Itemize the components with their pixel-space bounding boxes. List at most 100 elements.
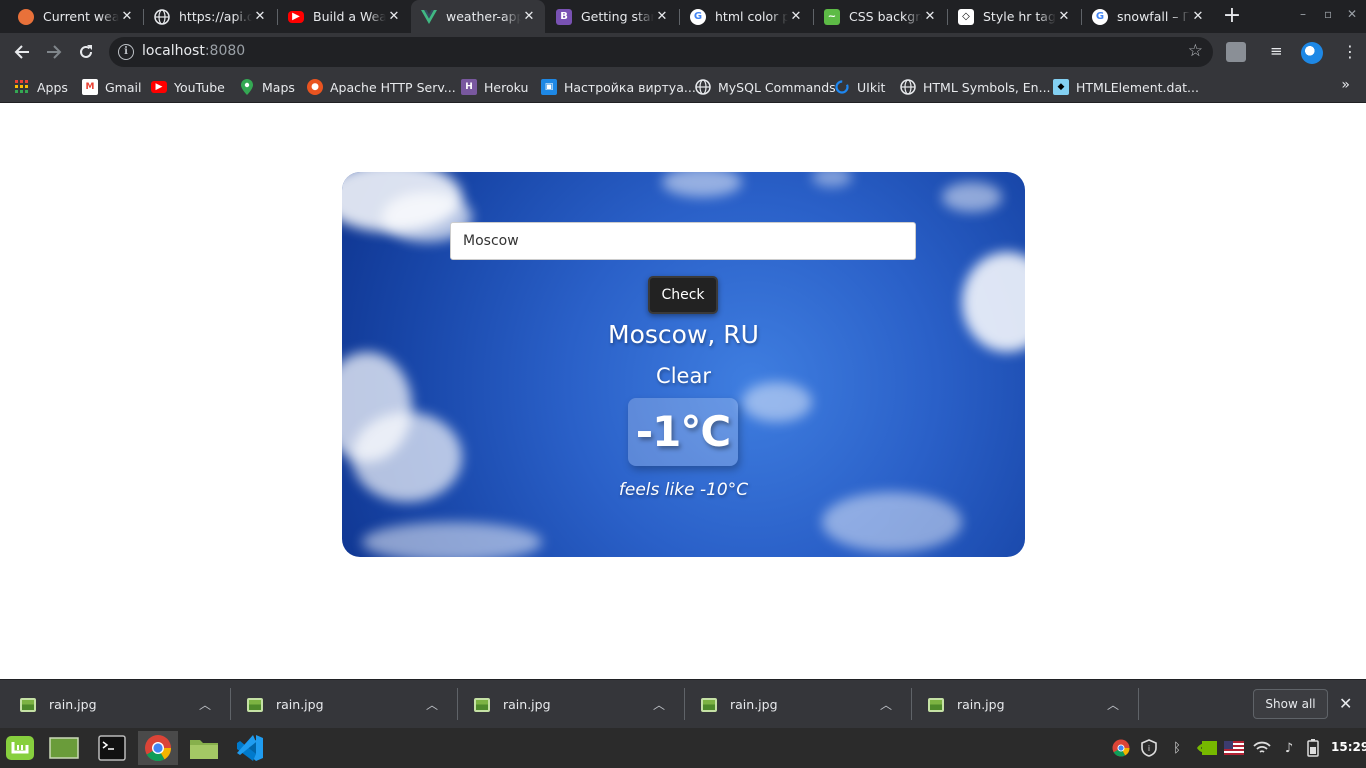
us-flag-icon[interactable]: [1224, 739, 1244, 757]
os-taskbar: i ᛒ ♪ 15:29: [0, 728, 1366, 768]
close-window-icon[interactable]: ✕: [1347, 7, 1357, 21]
cloud-decoration: [742, 382, 812, 422]
close-icon[interactable]: ✕: [1056, 9, 1072, 25]
minimize-icon[interactable]: –: [1300, 7, 1306, 21]
address-bar[interactable]: i localhost:8080 ☆: [109, 37, 1213, 67]
codepen-dark-icon: ◇: [958, 8, 974, 25]
tab-style-hr-tag[interactable]: ◇ Style hr tag ✕: [948, 0, 1080, 33]
terminal-icon[interactable]: [94, 731, 130, 765]
bookmark-html-symbols[interactable]: HTML Symbols, En...: [900, 77, 1051, 97]
bookmark-mysql[interactable]: MySQL Commands: [695, 77, 836, 97]
bookmark-maps[interactable]: Maps: [239, 77, 295, 97]
bookmark-heroku[interactable]: H Heroku: [461, 77, 528, 97]
bookmark-apps[interactable]: Apps: [14, 77, 68, 97]
tab-build-weather-app[interactable]: ▶ Build a Weather App ✕: [278, 0, 410, 33]
google-icon: G: [690, 8, 706, 25]
close-icon[interactable]: ✕: [788, 9, 804, 25]
location-name: Moscow, RU: [608, 320, 759, 349]
back-button[interactable]: [10, 40, 34, 64]
bookmark-apache[interactable]: ● Apache HTTP Serv...: [307, 77, 456, 97]
chevron-up-icon[interactable]: ︿: [199, 696, 211, 713]
music-note-icon[interactable]: ♪: [1280, 739, 1298, 757]
new-tab-button[interactable]: +: [1220, 5, 1244, 29]
close-icon[interactable]: ✕: [521, 9, 537, 25]
chevron-double-right-icon[interactable]: »: [1341, 77, 1350, 93]
bookmark-label: Maps: [262, 79, 295, 95]
bluetooth-icon[interactable]: ᛒ: [1168, 739, 1186, 757]
tab-api-openweathermap[interactable]: https://api.openweathermap.org ✕: [144, 0, 276, 33]
bookmark-youtube[interactable]: ▶ YouTube: [151, 77, 225, 97]
close-icon[interactable]: ✕: [386, 9, 402, 25]
tab-css-background[interactable]: ~ CSS background ✕: [814, 0, 946, 33]
bookmark-virtual-host[interactable]: ▣ Настройка виртуа...: [541, 77, 696, 97]
chrome-tray-icon[interactable]: [1112, 739, 1130, 757]
vscode-icon[interactable]: [232, 731, 268, 765]
download-filename: rain.jpg: [49, 697, 97, 712]
feels-like-text: feels like -10°C: [618, 480, 749, 500]
tab-title: weather-app: [446, 9, 521, 24]
tab-title: Current weather: [43, 9, 119, 24]
download-item[interactable]: rain.jpg ︿: [0, 680, 227, 729]
chrome-taskbar-icon[interactable]: [138, 731, 178, 765]
shield-icon[interactable]: i: [1140, 739, 1158, 757]
restore-icon[interactable]: ▫: [1324, 7, 1332, 21]
bookmark-htmlelement[interactable]: ◆ HTMLElement.dat...: [1053, 77, 1199, 97]
close-icon[interactable]: ✕: [654, 9, 670, 25]
maps-pin-icon: [239, 79, 255, 95]
bookmark-star-icon[interactable]: ☆: [1188, 41, 1203, 61]
bookmark-label: MySQL Commands: [718, 79, 836, 95]
tab-title: https://api.openweathermap.org: [179, 9, 252, 24]
forward-button[interactable]: [42, 40, 66, 64]
close-icon[interactable]: ✕: [1190, 9, 1206, 25]
chevron-up-icon[interactable]: ︿: [880, 696, 892, 713]
reload-button[interactable]: [74, 40, 98, 64]
page-viewport: Check Moscow, RU Clear -1°C feels like -…: [0, 104, 1366, 679]
show-all-downloads-button[interactable]: Show all: [1253, 689, 1328, 719]
media-queue-icon[interactable]: ≡: [1270, 42, 1290, 62]
chevron-up-icon[interactable]: ︿: [1107, 696, 1119, 713]
close-icon[interactable]: ✕: [1339, 694, 1352, 713]
close-icon[interactable]: ✕: [119, 9, 135, 25]
reload-icon: [80, 45, 92, 58]
bookmark-label: HTML Symbols, En...: [923, 79, 1051, 95]
heroku-icon: H: [461, 79, 477, 95]
download-item[interactable]: rain.jpg ︿: [227, 680, 454, 729]
url-port: :8080: [204, 43, 246, 59]
info-icon[interactable]: i: [118, 44, 134, 60]
download-item[interactable]: rain.jpg ︿: [454, 680, 681, 729]
menu-kebab-icon[interactable]: ⋮: [1340, 42, 1360, 62]
tab-getting-started[interactable]: B Getting started ✕: [546, 0, 678, 33]
battery-icon[interactable]: [1304, 739, 1322, 757]
bookmark-uikit[interactable]: UIkit: [834, 77, 885, 97]
vue-icon: [421, 9, 437, 25]
city-search-input[interactable]: [450, 222, 916, 260]
mint-menu-icon[interactable]: [2, 731, 38, 765]
download-item[interactable]: rain.jpg ︿: [908, 680, 1135, 729]
downloads-shelf: rain.jpg ︿ rain.jpg ︿ rain.jpg ︿ rain.jp…: [0, 679, 1366, 728]
check-button[interactable]: Check: [648, 276, 718, 314]
show-desktop-icon[interactable]: [46, 731, 82, 765]
tab-title: Getting started: [581, 9, 654, 24]
tab-snowfall[interactable]: G snowfall – Поиск ✕: [1082, 0, 1214, 33]
wifi-icon[interactable]: [1253, 739, 1271, 757]
close-icon[interactable]: ✕: [252, 9, 268, 25]
files-icon[interactable]: [186, 731, 222, 765]
tab-weather-app[interactable]: weather-app ✕: [411, 0, 545, 33]
chevron-up-icon[interactable]: ︿: [653, 696, 665, 713]
nvidia-icon[interactable]: [1196, 739, 1218, 757]
image-file-icon: [701, 697, 717, 712]
chevron-up-icon[interactable]: ︿: [426, 696, 438, 713]
tab-html-color-picker[interactable]: G html color picker ✕: [680, 0, 812, 33]
close-icon[interactable]: ✕: [922, 9, 938, 25]
cloud-decoration: [362, 522, 542, 557]
bookmark-gmail[interactable]: M Gmail: [82, 77, 141, 97]
apps-grid-icon: [14, 79, 30, 95]
arrow-right-icon: [47, 45, 62, 59]
tab-current-weather[interactable]: Current weather ✕: [8, 0, 143, 33]
profile-avatar[interactable]: [1301, 42, 1323, 64]
extension-icon[interactable]: [1226, 42, 1246, 62]
globe-icon: [154, 8, 170, 25]
system-clock[interactable]: 15:29: [1331, 740, 1366, 754]
url-text: localhost:8080: [142, 43, 245, 59]
download-item[interactable]: rain.jpg ︿: [681, 680, 908, 729]
